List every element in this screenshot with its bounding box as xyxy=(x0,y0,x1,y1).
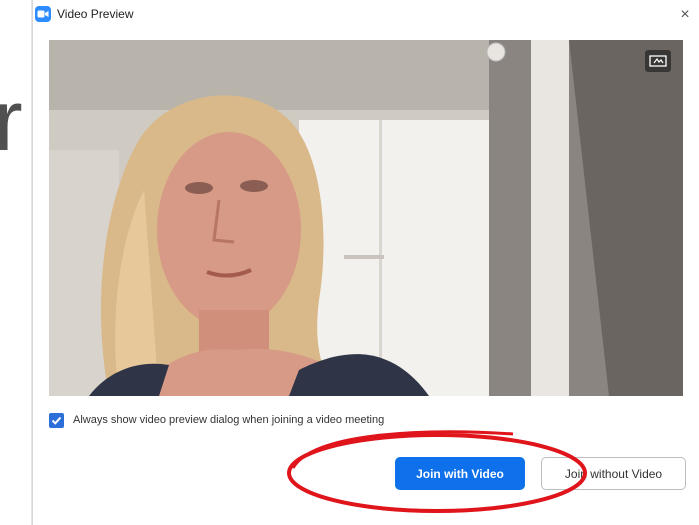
dialog-titlebar: Video Preview × xyxy=(33,0,699,32)
camera-feed-image xyxy=(49,40,683,396)
join-with-video-button[interactable]: Join with Video xyxy=(395,457,525,490)
background-partial-text: r xyxy=(0,73,23,169)
always-show-preview-checkbox[interactable] xyxy=(49,413,64,428)
join-without-video-button[interactable]: Join without Video xyxy=(541,457,686,490)
video-preview-dialog: Video Preview × Always show video previe… xyxy=(32,0,699,525)
always-show-preview-label: Always show video preview dialog when jo… xyxy=(73,414,385,426)
video-preview xyxy=(49,40,683,396)
close-button[interactable]: × xyxy=(673,4,697,26)
self-view-toggle-icon[interactable] xyxy=(645,50,671,72)
zoom-camera-icon xyxy=(35,6,51,22)
dialog-title: Video Preview xyxy=(57,7,134,21)
